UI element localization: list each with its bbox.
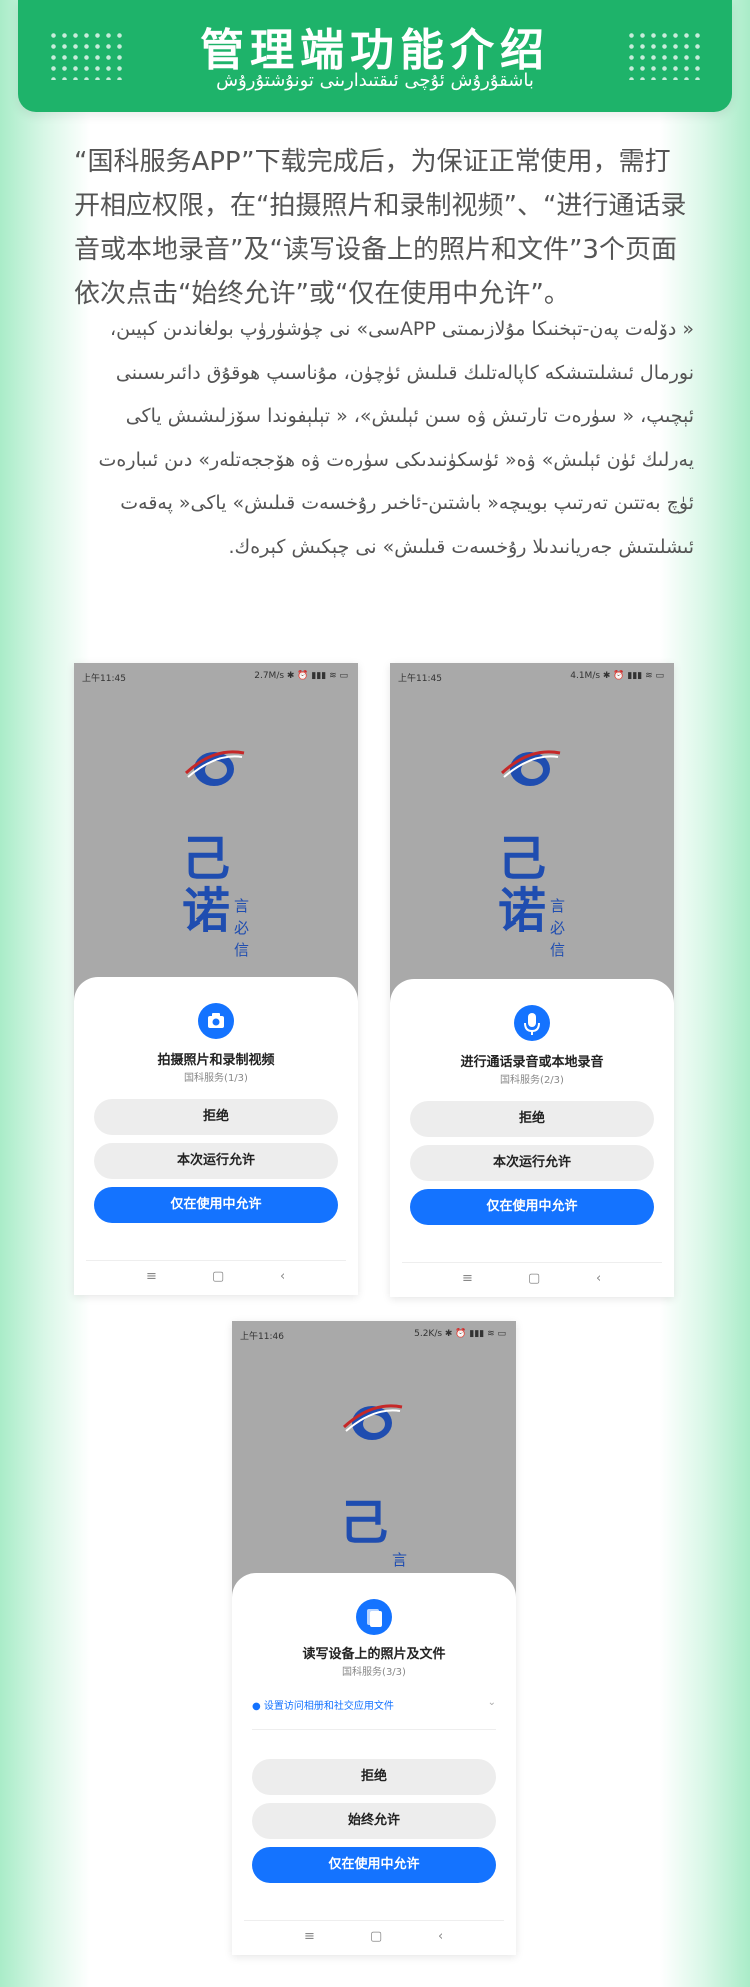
menu-nav-icon[interactable]: ≡: [304, 1929, 315, 1944]
microphone-icon: [514, 1005, 550, 1041]
home-nav-icon[interactable]: ▢: [528, 1271, 540, 1286]
back-nav-icon[interactable]: ‹: [438, 1929, 443, 1944]
allow-while-using-button[interactable]: 仅在使用中允许: [410, 1189, 654, 1225]
permission-title: 拍摄照片和录制视频: [157, 1053, 275, 1068]
brand-name: 己诺: [498, 831, 547, 939]
files-icon: [356, 1599, 392, 1635]
permission-sheet: 进行通话录音或本地录音 国科服务(2/3) 拒绝 本次运行允许 仅在使用中允许 …: [390, 979, 674, 1297]
permission-screenshot-camera: 上午11:45 2.7M/s ✱ ⏰ ▮▮▮ ≋ ▭ 己诺 言必信 拍摄照片和录…: [74, 663, 358, 1295]
status-bar: 上午11:46 5.2K/s ✱ ⏰ ▮▮▮ ≋ ▭: [240, 1329, 506, 1343]
settings-hint-link[interactable]: ● 设置访问相册和社交应用文件 ⌄: [252, 1697, 496, 1712]
permission-sheet: 拍摄照片和录制视频 国科服务(1/3) 拒绝 本次运行允许 仅在使用中允许 ≡ …: [74, 977, 358, 1295]
permission-sheet: 读写设备上的照片及文件 国科服务(3/3) ● 设置访问相册和社交应用文件 ⌄ …: [232, 1573, 516, 1955]
status-bar: 上午11:45 4.1M/s ✱ ⏰ ▮▮▮ ≋ ▭: [398, 671, 664, 685]
brand-slogan: 言必信: [234, 897, 250, 959]
allow-while-using-button[interactable]: 仅在使用中允许: [94, 1187, 338, 1223]
permission-screenshot-files: 上午11:46 5.2K/s ✱ ⏰ ▮▮▮ ≋ ▭ 己 言 读写设备上的照片及…: [232, 1321, 516, 1955]
header-banner: 管理端功能介绍 باشقۇرۇش ئۇچى ئىقتىدارىنى تونۇشت…: [18, 0, 732, 112]
hint-text: 设置访问相册和社交应用文件: [263, 1701, 394, 1712]
chevron-down-icon: ⌄: [487, 1697, 496, 1708]
intro-text-chinese: “国科服务APP”下载完成后，为保证正常使用，需打开相应权限，在“拍摄照片和录制…: [74, 147, 687, 309]
status-icons: 5.2K/s ✱ ⏰ ▮▮▮ ≋ ▭: [414, 1329, 506, 1339]
brand-name: 己: [340, 1495, 389, 1551]
permission-subtitle: 国科服务(2/3): [500, 1075, 564, 1086]
permission-screenshot-microphone: 上午11:45 4.1M/s ✱ ⏰ ▮▮▮ ≋ ▭ 己诺 言必信 进行通话录音…: [390, 663, 674, 1297]
nav-bar: ≡ ▢ ‹: [402, 1262, 662, 1297]
nav-bar: ≡ ▢ ‹: [244, 1920, 504, 1955]
back-nav-icon[interactable]: ‹: [280, 1269, 285, 1284]
brand-name: 己诺: [182, 831, 231, 939]
allow-once-button[interactable]: 本次运行允许: [410, 1145, 654, 1181]
splash-background: [232, 1321, 516, 1601]
app-logo-icon: [500, 750, 561, 786]
nav-bar: ≡ ▢ ‹: [86, 1260, 346, 1295]
status-icons: 2.7M/s ✱ ⏰ ▮▮▮ ≋ ▭: [254, 671, 348, 681]
status-time: 上午11:45: [398, 674, 442, 684]
intro-text-uyghur: « دۆلەت پەن-تېخنىكا مۇلازىمىتى APPسى» نى…: [98, 318, 694, 558]
permission-title: 进行通话录音或本地录音: [460, 1055, 604, 1070]
brand-slogan: 言必信: [550, 897, 566, 959]
page-title: 管理端功能介绍: [200, 25, 550, 76]
page: 管理端功能介绍 باشقۇرۇش ئۇچى ئىقتىدارىنى تونۇشت…: [0, 0, 750, 1987]
camera-icon: [198, 1003, 234, 1039]
permission-title: 读写设备上的照片及文件: [302, 1647, 446, 1662]
app-logo-icon: [184, 750, 245, 786]
back-nav-icon[interactable]: ‹: [596, 1271, 601, 1286]
allow-while-using-button[interactable]: 仅在使用中允许: [252, 1847, 496, 1883]
always-allow-button[interactable]: 始终允许: [252, 1803, 496, 1839]
status-icons: 4.1M/s ✱ ⏰ ▮▮▮ ≋ ▭: [570, 671, 664, 681]
status-time: 上午11:45: [82, 674, 126, 684]
status-time: 上午11:46: [240, 1332, 284, 1342]
deny-button[interactable]: 拒绝: [252, 1759, 496, 1795]
deny-button[interactable]: 拒绝: [94, 1099, 338, 1135]
home-nav-icon[interactable]: ▢: [212, 1269, 224, 1284]
permission-subtitle: 国科服务(1/3): [184, 1073, 248, 1084]
info-icon: ●: [252, 1701, 264, 1712]
app-logo-icon: [342, 1404, 403, 1440]
brand-slogan: 言: [392, 1551, 408, 1569]
deny-button[interactable]: 拒绝: [410, 1101, 654, 1137]
permission-subtitle: 国科服务(3/3): [342, 1667, 406, 1678]
page-subtitle: باشقۇرۇش ئۇچى ئىقتىدارىنى تونۇشتۇرۇش: [216, 70, 534, 91]
menu-nav-icon[interactable]: ≡: [462, 1271, 473, 1286]
allow-once-button[interactable]: 本次运行允许: [94, 1143, 338, 1179]
home-nav-icon[interactable]: ▢: [370, 1929, 382, 1944]
menu-nav-icon[interactable]: ≡: [146, 1269, 157, 1284]
status-bar: 上午11:45 2.7M/s ✱ ⏰ ▮▮▮ ≋ ▭: [82, 671, 348, 685]
divider: [252, 1729, 496, 1730]
